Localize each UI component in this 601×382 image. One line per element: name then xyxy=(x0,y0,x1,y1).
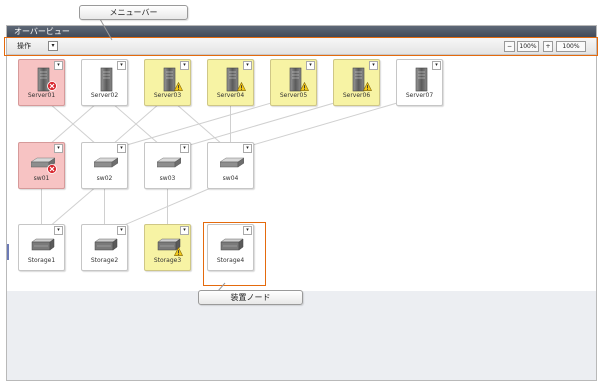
node-label: Server07 xyxy=(405,92,434,99)
topology-link xyxy=(104,96,294,152)
storage-icon xyxy=(94,238,118,251)
node-menu-button[interactable]: ▾ xyxy=(117,61,126,70)
switch-icon xyxy=(157,157,181,168)
node-label: Server01 xyxy=(27,92,56,99)
node-label: sw03 xyxy=(159,175,176,182)
node-label: Server04 xyxy=(216,92,245,99)
warning-icon xyxy=(300,82,309,91)
node-menu-button[interactable]: ▾ xyxy=(180,61,189,70)
device-node-server06[interactable]: ▾ Server06 xyxy=(333,59,380,106)
warning-icon xyxy=(237,82,246,91)
device-node-storage3[interactable]: ▾ Storage3 xyxy=(144,224,191,271)
node-label: Server02 xyxy=(90,92,119,99)
topology-link xyxy=(230,96,420,152)
device-node-storage1[interactable]: ▾ Storage1 xyxy=(18,224,65,271)
device-node-server04[interactable]: ▾ Server04 xyxy=(207,59,254,106)
node-menu-button[interactable]: ▾ xyxy=(54,144,63,153)
topology-link xyxy=(167,96,357,152)
warning-icon xyxy=(363,82,372,91)
device-node-server05[interactable]: ▾ Server05 xyxy=(270,59,317,106)
node-label: sw01 xyxy=(33,175,50,182)
node-menu-button[interactable]: ▾ xyxy=(369,61,378,70)
node-callout: 装置ノード xyxy=(198,290,303,305)
device-node-sw01[interactable]: ▾ sw01 xyxy=(18,142,65,189)
device-node-server02[interactable]: ▾ Server02 xyxy=(81,59,128,106)
switch-icon xyxy=(220,157,244,168)
window-title: オーバービュー xyxy=(14,27,70,36)
storage-icon xyxy=(31,238,55,251)
device-node-sw03[interactable]: ▾ sw03 xyxy=(144,142,191,189)
node-menu-button[interactable]: ▾ xyxy=(432,61,441,70)
node-menu-button[interactable]: ▾ xyxy=(54,226,63,235)
warning-icon xyxy=(174,247,183,256)
node-menu-button[interactable]: ▾ xyxy=(54,61,63,70)
warning-icon xyxy=(174,82,183,91)
node-menu-button[interactable]: ▾ xyxy=(306,61,315,70)
node-menu-button[interactable]: ▾ xyxy=(180,144,189,153)
switch-icon xyxy=(94,157,118,168)
overview-window: オーバービュー 操作 ▾ − 100% + 100% ▾ Server01 ▾ Ser… xyxy=(6,25,597,381)
node-label: Storage2 xyxy=(90,257,119,264)
node-highlight xyxy=(203,222,266,286)
device-node-sw04[interactable]: ▾ sw04 xyxy=(207,142,254,189)
server-icon xyxy=(415,67,428,92)
node-label: sw02 xyxy=(96,175,113,182)
node-menu-button[interactable]: ▾ xyxy=(243,144,252,153)
device-node-server03[interactable]: ▾ Server03 xyxy=(144,59,191,106)
device-node-storage2[interactable]: ▾ Storage2 xyxy=(81,224,128,271)
node-label: Storage3 xyxy=(153,257,182,264)
node-menu-button[interactable]: ▾ xyxy=(117,226,126,235)
error-icon xyxy=(47,164,57,174)
error-icon xyxy=(47,81,57,91)
pane-splitter-handle[interactable] xyxy=(7,244,9,260)
node-label: Server03 xyxy=(153,92,182,99)
topology-canvas[interactable]: ▾ Server01 ▾ Server02 ▾ Server03 ▾ Server04 ▾ Ser… xyxy=(7,55,596,291)
node-label: Server05 xyxy=(279,92,308,99)
device-node-server07[interactable]: ▾ Server07 xyxy=(396,59,443,106)
menubar-highlight xyxy=(4,37,598,56)
menubar-callout: メニューバー xyxy=(79,5,188,20)
node-label: sw04 xyxy=(222,175,239,182)
device-node-server01[interactable]: ▾ Server01 xyxy=(18,59,65,106)
device-node-sw02[interactable]: ▾ sw02 xyxy=(81,142,128,189)
node-label: Server06 xyxy=(342,92,371,99)
node-menu-button[interactable]: ▾ xyxy=(243,61,252,70)
node-label: Storage1 xyxy=(27,257,56,264)
server-icon xyxy=(100,67,113,92)
node-menu-button[interactable]: ▾ xyxy=(117,144,126,153)
node-menu-button[interactable]: ▾ xyxy=(180,226,189,235)
